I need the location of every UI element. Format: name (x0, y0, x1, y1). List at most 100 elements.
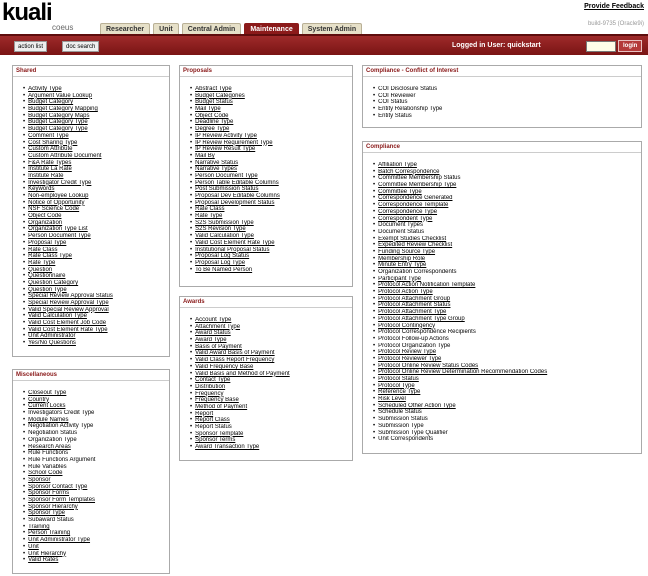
list-item[interactable]: Mail By (190, 153, 352, 160)
maintenance-link[interactable]: Award Type (195, 337, 226, 343)
list-item[interactable]: Deadline Type (190, 119, 352, 126)
list-item[interactable]: Organization Type List (23, 226, 169, 233)
maintenance-link[interactable]: Protocol Attachment Status (378, 302, 450, 308)
list-item[interactable]: Valid Basis and Method of Payment (190, 371, 352, 378)
maintenance-link[interactable]: Rate Class (28, 247, 57, 253)
maintenance-link[interactable]: NSF Science Code (28, 206, 79, 212)
maintenance-link[interactable]: Valid Basis and Method of Payment (195, 371, 290, 377)
list-item[interactable]: Protocol Status (373, 376, 641, 383)
list-item[interactable]: Valid Award Basis of Payment (190, 350, 352, 357)
maintenance-link[interactable]: Correspondence Template (378, 202, 448, 208)
list-item[interactable]: Closeout Type (23, 390, 169, 397)
list-item[interactable]: Report Class (190, 417, 352, 424)
list-item[interactable]: Person Document Type (190, 173, 352, 180)
list-item[interactable]: Comment Type (23, 133, 169, 140)
maintenance-link[interactable]: Rate Type (195, 213, 222, 219)
list-item[interactable]: Sponsor Form Templates (23, 497, 169, 504)
maintenance-link[interactable]: Yes/No Questions (28, 340, 76, 346)
list-item[interactable]: Special Review Approval Status (23, 293, 169, 300)
list-item[interactable]: To Be Named Person (190, 267, 352, 274)
list-item[interactable]: Proposal Type (23, 240, 169, 247)
tab-researcher[interactable]: Researcher (100, 23, 151, 34)
list-item[interactable]: Frequency (190, 391, 352, 398)
list-item[interactable]: Sponsor Template (190, 431, 352, 438)
maintenance-link[interactable]: Protocol Contingency (378, 323, 435, 329)
maintenance-link[interactable]: Valid Class Report Frequency (195, 357, 274, 363)
maintenance-link[interactable]: Investigator Credit Type (28, 180, 91, 186)
list-item[interactable]: Valid Class Report Frequency (190, 357, 352, 364)
list-item[interactable]: Funding Source Type (373, 249, 641, 256)
list-item[interactable]: Person Table Editable Columns (190, 180, 352, 187)
maintenance-link[interactable]: Report Class (195, 417, 230, 423)
maintenance-link[interactable]: Valid Award Basis of Payment (195, 350, 275, 356)
maintenance-link[interactable]: To Be Named Person (195, 267, 252, 273)
maintenance-link[interactable]: Valid Cost Element Rate Type (28, 327, 108, 333)
maintenance-link[interactable]: Sponsor Terms (195, 437, 235, 443)
list-item[interactable]: Post Submission Status (190, 186, 352, 193)
list-item[interactable]: Abstract Type (190, 86, 352, 93)
list-item[interactable]: Committee Membership Type (373, 182, 641, 189)
maintenance-link[interactable]: Research Areas (28, 444, 71, 450)
list-item[interactable]: Protocol Contingency (373, 323, 641, 330)
maintenance-link[interactable]: Committee Membership Type (378, 182, 456, 188)
maintenance-link[interactable]: Scheduled Other Action Type (378, 403, 456, 409)
list-item[interactable]: S2S Submission Type (190, 220, 352, 227)
list-item[interactable]: Award Transaction Type (190, 444, 352, 451)
list-item[interactable]: Valid Cost Element Rate Type (190, 240, 352, 247)
maintenance-link[interactable]: Protocol Attachment Group (378, 296, 450, 302)
maintenance-link[interactable]: Custom Attribute Document (28, 153, 101, 159)
provide-feedback-link[interactable]: Provide Feedback (584, 3, 644, 10)
list-item[interactable]: Sponsor Contact Type (23, 484, 169, 491)
list-item[interactable]: Correspondence Generated (373, 195, 641, 202)
maintenance-link[interactable]: Budget Category Mapping (28, 106, 98, 112)
list-item[interactable]: Argument Value Lookup (23, 93, 169, 100)
list-item[interactable]: Valid Calculation Type (190, 233, 352, 240)
maintenance-link[interactable]: Valid Special Review Approval (28, 307, 109, 313)
maintenance-link[interactable]: Exempt Studies Checklist (378, 236, 446, 242)
maintenance-link[interactable]: Special Review Approval Type (28, 300, 109, 306)
list-item[interactable]: NSF Science Code (23, 206, 169, 213)
maintenance-link[interactable]: Proposal Type (28, 240, 66, 246)
list-item[interactable]: Report (190, 411, 352, 418)
maintenance-link[interactable]: Object Code (195, 113, 228, 119)
maintenance-link[interactable]: Rate Class Type (28, 253, 72, 259)
list-item[interactable]: Proposal Log Status (190, 253, 352, 260)
list-item[interactable]: Custom Attribute (23, 146, 169, 153)
list-item[interactable]: Attachment Type (190, 324, 352, 331)
list-item[interactable]: Sponsor Hierarchy (23, 504, 169, 511)
list-item[interactable]: Rate Class (190, 206, 352, 213)
maintenance-link[interactable]: Degree Type (195, 126, 229, 132)
maintenance-link[interactable]: S2S Revision Type (195, 226, 246, 232)
maintenance-link[interactable]: Institute La Rate (28, 166, 72, 172)
list-item[interactable]: Participant Type (373, 276, 641, 283)
maintenance-link[interactable]: Activity Type (28, 86, 62, 92)
maintenance-link[interactable]: Training (28, 524, 49, 530)
maintenance-link[interactable]: Unit Hierarchy (28, 551, 66, 557)
maintenance-link[interactable]: Narrative Types (195, 166, 237, 172)
maintenance-link[interactable]: Budget Category Type (28, 126, 88, 132)
maintenance-link[interactable]: Sponsor Hierarchy (28, 504, 78, 510)
list-item[interactable]: Budget Categories (190, 93, 352, 100)
maintenance-link[interactable]: Budget Category Maps (28, 113, 89, 119)
tab-maintenance[interactable]: Maintenance (244, 23, 299, 34)
list-item[interactable]: Distribution (190, 384, 352, 391)
backdoor-user-input[interactable] (586, 41, 616, 52)
maintenance-link[interactable]: Proposal Development Status (195, 200, 274, 206)
list-item[interactable]: Protocol Review Type (373, 349, 641, 356)
list-item[interactable]: Research Areas (23, 444, 169, 451)
maintenance-link[interactable]: Abstract Type (195, 86, 232, 92)
maintenance-link[interactable]: Protocol Action Type (378, 289, 433, 295)
maintenance-link[interactable]: Risk Level (378, 396, 406, 402)
list-item[interactable]: Investigator Credit Type (23, 180, 169, 187)
list-item[interactable]: Sponsor Forms (23, 490, 169, 497)
maintenance-link[interactable]: Valid Calculation Type (28, 313, 87, 319)
list-item[interactable]: Sponsor (23, 477, 169, 484)
maintenance-link[interactable]: Attachment Type (195, 324, 240, 330)
maintenance-link[interactable]: Module Names (28, 417, 68, 423)
maintenance-link[interactable]: Funding Source Type (378, 249, 435, 255)
list-item[interactable]: Protocol Attachment Group (373, 296, 641, 303)
maintenance-link[interactable]: Contact Type (195, 377, 230, 383)
maintenance-link[interactable]: School Code (28, 470, 62, 476)
maintenance-link[interactable]: Comment Type (28, 133, 69, 139)
list-item[interactable]: Narrative Types (190, 166, 352, 173)
